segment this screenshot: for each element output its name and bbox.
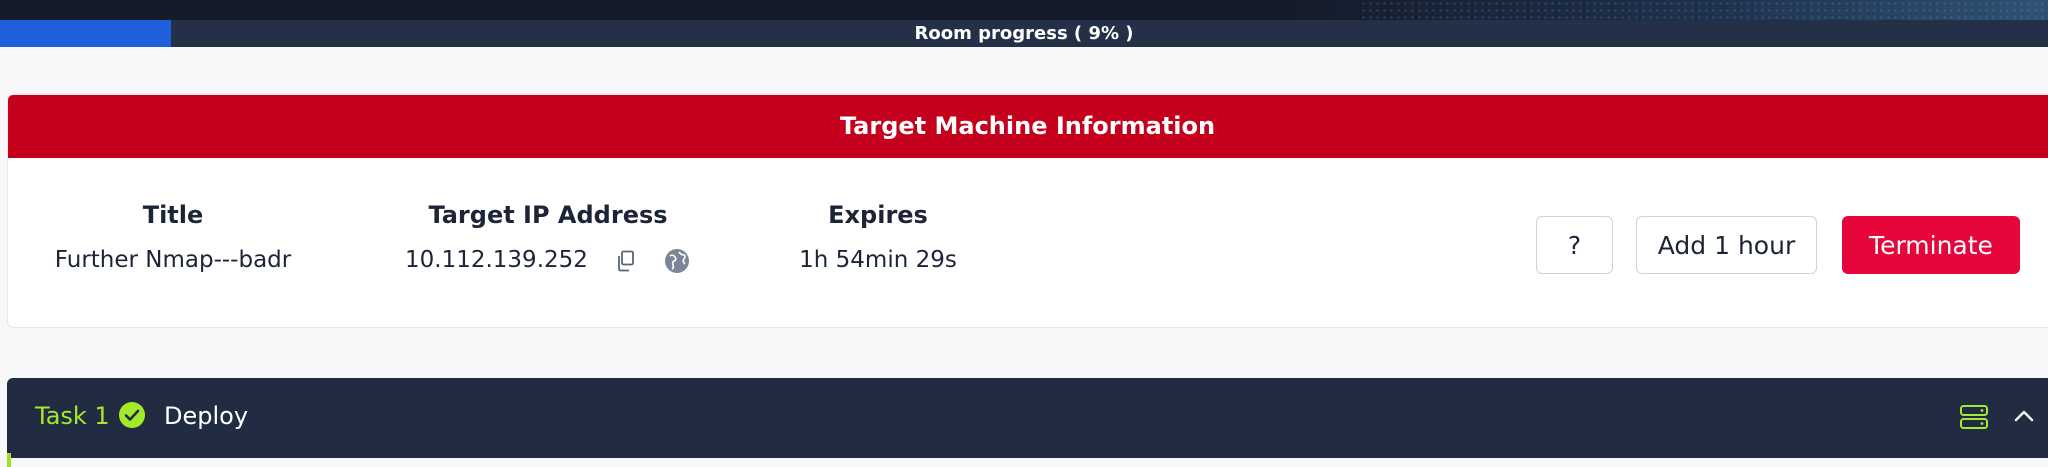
- room-progress-bar: Room progress ( 9% ): [0, 0, 2048, 47]
- card-header: Target Machine Information: [8, 95, 2048, 158]
- target-machine-card: Target Machine Information Title Further…: [7, 94, 2048, 328]
- card-header-title: Target Machine Information: [839, 112, 1216, 140]
- terminate-button[interactable]: Terminate: [1842, 216, 2020, 274]
- chevron-up-icon[interactable]: [2013, 406, 2035, 426]
- help-button[interactable]: ?: [1536, 216, 1613, 274]
- expires-label: Expires: [828, 201, 928, 229]
- expires-column: Expires 1h 54min 29s: [748, 201, 1008, 273]
- ip-label: Target IP Address: [428, 201, 668, 229]
- globe-icon[interactable]: [664, 248, 690, 274]
- ip-value[interactable]: 10.112.139.252: [405, 247, 588, 273]
- title-value: Further Nmap---badr: [54, 247, 292, 273]
- copy-icon[interactable]: [616, 250, 636, 272]
- task-header[interactable]: Task 1 Deploy: [7, 378, 2048, 458]
- progress-label: Room progress ( 9% ): [914, 23, 1134, 44]
- add-hour-button[interactable]: Add 1 hour: [1636, 216, 1817, 274]
- check-circle-icon: [119, 402, 145, 428]
- task-title: Deploy: [164, 402, 249, 430]
- ip-row: 10.112.139.252: [398, 247, 698, 273]
- expires-value: 1h 54min 29s: [799, 247, 957, 273]
- server-icon[interactable]: [1959, 404, 1989, 430]
- ip-column: Target IP Address 10.112.139.252: [398, 201, 698, 273]
- task-number: Task 1: [35, 402, 110, 430]
- title-column: Title Further Nmap---badr: [38, 201, 308, 273]
- title-label: Title: [142, 201, 204, 229]
- task-accent-line: [7, 453, 11, 467]
